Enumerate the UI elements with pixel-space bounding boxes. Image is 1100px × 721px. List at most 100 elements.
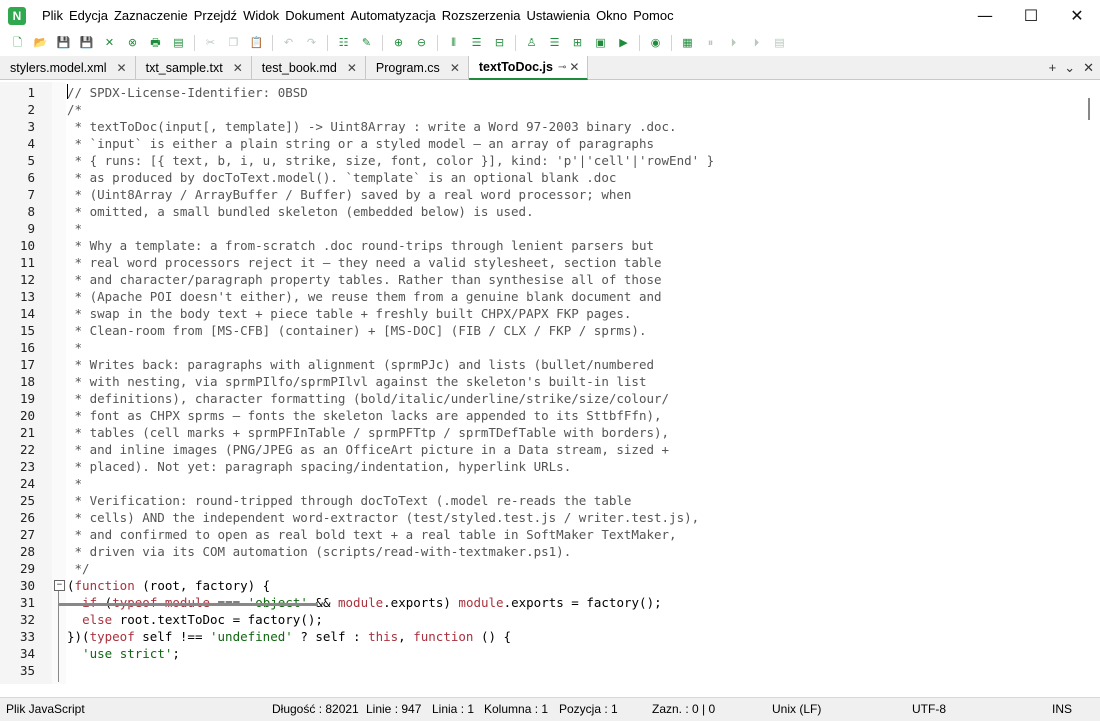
new-file-icon[interactable]: 🗋 (10, 35, 26, 51)
code-line[interactable]: * omitted, a small bundled skeleton (emb… (67, 203, 534, 220)
menu-document[interactable]: Dokument (282, 0, 347, 31)
tab-close-icon[interactable]: ✕ (569, 60, 579, 74)
code-line[interactable]: * placed). Not yet: paragraph spacing/in… (67, 458, 572, 475)
status-encoding[interactable]: UTF-8 (912, 698, 946, 721)
vertical-scrollbar-thumb[interactable] (1088, 98, 1090, 120)
code-line[interactable]: else root.textToDoc = factory(); (67, 611, 323, 628)
close-all-icon[interactable]: ⊗ (125, 35, 141, 51)
terminal-icon[interactable]: ▶ (616, 35, 632, 51)
menu-view[interactable]: Widok (240, 0, 282, 31)
tab-close-icon[interactable]: ✕ (233, 61, 243, 75)
status-position[interactable]: Pozycja : 1 (559, 698, 618, 721)
code-line[interactable]: * Why a template: a from-scratch .doc ro… (67, 237, 654, 254)
print-icon[interactable]: 🖶 (148, 35, 164, 51)
project-tree-icon[interactable]: ⊞ (570, 35, 586, 51)
macro-icon[interactable]: ▦ (680, 35, 696, 51)
code-line[interactable]: * Writes back: paragraphs with alignment… (67, 356, 654, 373)
code-line[interactable]: * textToDoc(input[, template]) -> Uint8A… (67, 118, 677, 135)
play-macro-repeat-icon[interactable]: ⏵ (726, 35, 742, 51)
menu-selection[interactable]: Zaznaczenie (111, 0, 191, 31)
code-line[interactable]: * (Apache POI doesn't either), we reuse … (67, 288, 662, 305)
code-line[interactable]: * and inline images (PNG/JPEG as an Offi… (67, 441, 670, 458)
pin-icon[interactable]: ⊸ (558, 62, 566, 73)
code-line[interactable]: * real word processors reject it — they … (67, 254, 662, 271)
user-icon[interactable]: ♙ (524, 35, 540, 51)
vertical-scrollbar[interactable] (1080, 82, 1100, 684)
code-line[interactable]: * swap in the body text + piece table + … (67, 305, 632, 322)
code-line[interactable]: // SPDX-License-Identifier: 0BSD (67, 84, 308, 101)
new-tab-button[interactable]: + (1049, 60, 1057, 75)
code-line[interactable]: })(typeof self !== 'undefined' ? self : … (67, 628, 511, 645)
code-line[interactable]: */ (67, 560, 90, 577)
code-line[interactable]: * (Uint8Array / ArrayBuffer / Buffer) sa… (67, 186, 632, 203)
status-line[interactable]: Linia : 1 (432, 698, 474, 721)
tab-close-icon[interactable]: ✕ (450, 61, 460, 75)
zoom-out-icon[interactable]: ⊖ (414, 35, 430, 51)
status-insert-mode[interactable]: INS (1052, 698, 1072, 721)
code-line[interactable]: * (67, 339, 83, 356)
find-icon[interactable]: ☷ (336, 35, 352, 51)
tab-close-icon[interactable]: ✕ (117, 61, 127, 75)
minimize-button[interactable]: — (962, 0, 1008, 31)
code-editor[interactable]: 1 // SPDX-License-Identifier: 0BSD 2 /* 3 * … (0, 82, 1100, 684)
code-line[interactable]: * { runs: [{ text, b, i, u, strike, size… (67, 152, 715, 169)
status-column[interactable]: Kolumna : 1 (484, 698, 548, 721)
replace-icon[interactable]: ✎ (359, 35, 375, 51)
word-wrap-icon[interactable]: ☰ (469, 35, 485, 51)
open-file-icon[interactable]: 📂 (33, 35, 49, 51)
indent-guide-icon[interactable]: ⊟ (492, 35, 508, 51)
save-all-icon[interactable]: 💾 (79, 35, 95, 51)
doc-icon[interactable]: ▣ (593, 35, 609, 51)
code-line[interactable]: * with nesting, via sprmPIlfo/sprmPIlvl … (67, 373, 647, 390)
code-line[interactable]: /* (67, 101, 82, 118)
menu-window[interactable]: Okno (593, 0, 630, 31)
code-line[interactable]: * (67, 220, 83, 237)
code-line[interactable]: * Verification: round-tripped through do… (67, 492, 632, 509)
code-line[interactable]: * font as CHPX sprms — fonts the skeleto… (67, 407, 662, 424)
record-macro-icon[interactable]: ◉ (648, 35, 664, 51)
run-macro-icon[interactable]: ⏵ (749, 35, 765, 51)
menu-file[interactable]: Plik (39, 0, 66, 31)
code-line[interactable]: (function (root, factory) { (67, 577, 270, 594)
paste-icon[interactable]: 📋 (249, 35, 265, 51)
menu-settings[interactable]: Ustawienia (523, 0, 593, 31)
status-eol[interactable]: Unix (LF) (772, 698, 821, 721)
menu-automation[interactable]: Automatyzacja (347, 0, 438, 31)
zoom-in-icon[interactable]: ⊕ (391, 35, 407, 51)
save-macro-icon[interactable]: ▤ (772, 35, 788, 51)
menu-go[interactable]: Przejdź (191, 0, 240, 31)
code-line[interactable]: * Clean-room from [MS-CFB] (container) +… (67, 322, 647, 339)
close-window-button[interactable]: ✕ (1054, 0, 1100, 31)
tab-close-icon[interactable]: ✕ (347, 61, 357, 75)
code-line[interactable]: * tables (cell marks + sprmPFInTable / s… (67, 424, 670, 441)
print-preview-icon[interactable]: ▤ (171, 35, 187, 51)
menu-extensions[interactable]: Rozszerzenia (439, 0, 524, 31)
tab-txt-sample-txt[interactable]: txt_sample.txt ✕ (136, 56, 252, 79)
horizontal-scrollbar-thumb[interactable] (58, 603, 318, 606)
maximize-button[interactable]: ☐ (1008, 0, 1054, 31)
code-line[interactable]: * as produced by docToText.model(). `tem… (67, 169, 617, 186)
play-macro-icon[interactable]: ⏸ (703, 35, 719, 51)
code-line[interactable]: * (67, 475, 83, 492)
cut-icon[interactable]: ✂ (203, 35, 219, 51)
copy-icon[interactable]: ❐ (226, 35, 242, 51)
save-icon[interactable]: 💾 (56, 35, 72, 51)
code-line[interactable]: * definitions), character formatting (bo… (67, 390, 670, 407)
close-file-icon[interactable]: ✕ (102, 35, 118, 51)
tab-stylers-model-xml[interactable]: stylers.model.xml ✕ (0, 56, 136, 79)
tab-program-cs[interactable]: Program.cs ✕ (366, 56, 469, 79)
code-line[interactable]: * and confirmed to open as real bold tex… (67, 526, 677, 543)
code-line[interactable]: 'use strict'; (67, 645, 180, 662)
code-line[interactable]: * and character/paragraph property table… (67, 271, 662, 288)
list-icon[interactable]: ☰ (547, 35, 563, 51)
tab-list-button[interactable]: ⌄ (1064, 60, 1075, 76)
menu-edit[interactable]: Edycja (66, 0, 111, 31)
menu-help[interactable]: Pomoc (630, 0, 676, 31)
close-tab-button[interactable]: ✕ (1083, 60, 1094, 76)
redo-icon[interactable]: ↷ (304, 35, 320, 51)
fold-toggle-icon[interactable]: − (54, 580, 65, 591)
tab-texttodoc-js[interactable]: textToDoc.js ⊸ ✕ (468, 56, 589, 80)
code-line[interactable]: * `input` is either a plain string or a … (67, 135, 654, 152)
sync-scroll-icon[interactable]: ⫴ (446, 35, 462, 51)
code-line[interactable]: * driven via its COM automation (scripts… (67, 543, 572, 560)
